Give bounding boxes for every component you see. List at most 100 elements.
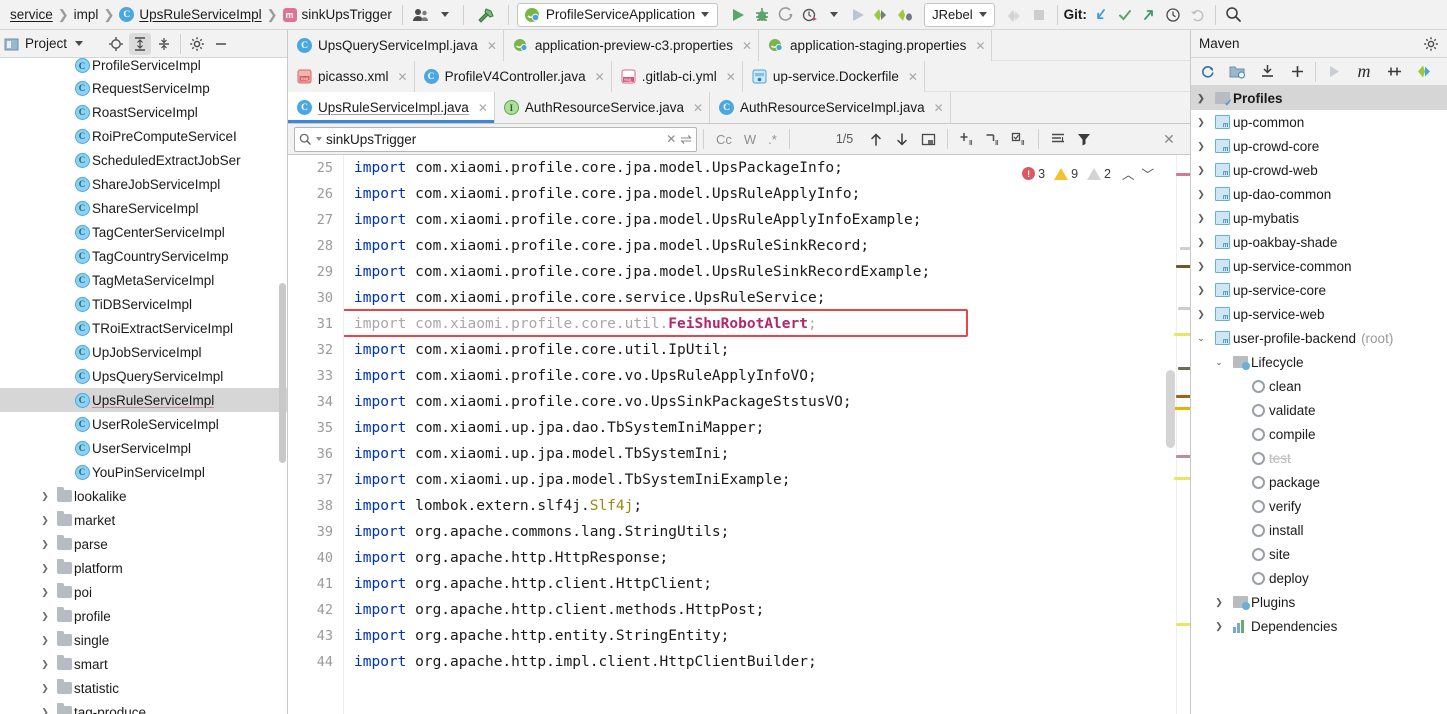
execute-run-icon[interactable] [1320,60,1348,84]
chevron-right-icon[interactable]: ❯ [1191,309,1211,320]
stop-square-icon[interactable] [1027,3,1051,27]
error-stripe-mark[interactable] [1176,265,1190,268]
run-configuration-selector[interactable]: ProfileServiceApplication [516,2,719,27]
breadcrumb-item-service[interactable]: service [6,3,57,27]
editor-tab[interactable]: C AuthResourceServiceImpl.java ✕ [710,92,951,123]
chevron-right-icon[interactable]: ❯ [36,515,54,526]
code-line[interactable]: import com.xiaomi.profile.core.jpa.model… [354,259,1190,285]
regex-toggle[interactable]: .* [762,127,783,151]
run-coverage-icon[interactable] [774,3,798,27]
code-line[interactable]: import com.xiaomi.profile.core.jpa.model… [354,181,1190,207]
project-tree-folder[interactable]: ❯ parse [0,532,287,556]
arrow-down-icon[interactable] [889,127,915,151]
add-plus-icon[interactable] [1283,60,1311,84]
chevron-right-icon[interactable]: ❯ [1191,237,1211,248]
project-tree-scrollbar[interactable] [279,283,286,463]
chevron-down-icon[interactable]: ⌄ [1191,333,1211,344]
close-tab-icon[interactable]: ✕ [934,101,944,115]
chevron-right-icon[interactable]: ❯ [1191,189,1211,200]
maven-tree-item[interactable]: site [1191,542,1447,566]
code-line[interactable]: import org.apache.http.entity.StringEnti… [354,623,1190,649]
close-tab-icon[interactable]: ✕ [595,70,605,84]
chevron-right-icon[interactable]: ❯ [36,707,54,714]
arrow-up-icon[interactable] [863,127,889,151]
error-stripe-mark[interactable] [1180,247,1190,250]
project-tree-class[interactable]: C YouPinServiceImpl [0,460,287,484]
maven-tree-item[interactable]: ❯ up-service-core [1191,278,1447,302]
code-line[interactable]: import org.apache.http.client.HttpClient… [354,571,1190,597]
editor-tab[interactable]: YML .gitlab-ci.yml ✕ [611,61,743,92]
error-stripe-mark[interactable] [1176,395,1190,398]
project-tree-class[interactable]: C TagMetaServiceImpl [0,268,287,292]
chevron-down-icon[interactable]: ⌄ [1209,357,1229,368]
refresh-sync-icon[interactable] [1193,60,1221,84]
rerun-play-icon[interactable] [846,3,870,27]
project-tree-class[interactable]: C TagCenterServiceImpl [0,220,287,244]
user-avatar-icon[interactable] [409,3,433,27]
search-field-wrapper[interactable]: ✕ ⇌ [294,126,697,152]
project-tree-class[interactable]: C ScheduledExtractJobSer [0,148,287,172]
chevron-down-icon[interactable] [978,12,987,17]
clear-x-icon[interactable]: ✕ [666,132,676,146]
chevron-right-icon[interactable]: ❯ [36,635,54,646]
chevron-down-icon[interactable] [822,3,846,27]
maven-tree-item[interactable]: clean [1191,374,1447,398]
jrebel-maven-icon[interactable] [1410,60,1438,84]
chevron-right-icon[interactable]: ❯ [36,491,54,502]
project-tree-class[interactable]: C UserRoleServiceImpl [0,412,287,436]
chevron-up-icon[interactable]: ︿ [1122,164,1135,183]
code-line[interactable]: import com.xiaomi.profile.core.util.IpUt… [354,337,1190,363]
editor-tab[interactable]: application-staging.properties ✕ [759,30,993,61]
chevron-right-icon[interactable]: ❯ [36,539,54,550]
project-tree-folder[interactable]: ❯ statistic [0,676,287,700]
hammer-build-icon[interactable] [474,3,498,27]
chevron-right-icon[interactable]: ❯ [1209,621,1229,632]
project-tree-class[interactable]: C TagCountryServiceImp [0,244,287,268]
editor-tab[interactable]: up-service.Dockerfile ✕ [742,61,925,92]
maven-tree[interactable]: ❯ Profiles ❯ up-common ❯ up-crowd-core ❯ up-cro… [1191,86,1447,714]
code-editor[interactable]: 25 26 27 28 29 30 31 32 33 34 35 36 37 38 39 40 41 42 43 44… [288,155,1190,714]
maven-tree-item[interactable]: ❯ up-crowd-web [1191,158,1447,182]
close-tab-icon[interactable]: ✕ [975,39,985,53]
close-tab-icon[interactable]: ✕ [908,70,918,84]
error-stripe-mark[interactable] [1176,623,1190,626]
breadcrumb-item-impl[interactable]: impl [70,3,103,27]
multiline-search-icon[interactable]: ⇌ [680,131,692,148]
breadcrumb-item-sinkupstrigger[interactable]: m sinkUpsTrigger [279,3,396,27]
settings-gear-icon[interactable] [186,33,208,55]
project-tree-class[interactable]: C UpJobServiceImpl [0,340,287,364]
project-tree-class[interactable]: C UpsRuleServiceImpl [0,388,287,412]
code-line[interactable]: import com.xiaomi.profile.core.util.FeiS… [354,311,1190,337]
maven-tree-item[interactable]: ❯ up-common [1191,110,1447,134]
chevron-down-icon[interactable] [433,3,457,27]
editor-tab[interactable]: I AuthResourceService.java ✕ [494,92,711,123]
hide-panel-icon[interactable] [210,33,232,55]
close-tab-icon[interactable]: ✕ [693,101,703,115]
code-line[interactable]: import com.xiaomi.up.jpa.model.TbSystemI… [354,467,1190,493]
project-tree-folder[interactable]: ❯ platform [0,556,287,580]
error-stripe-mark[interactable] [1178,307,1190,310]
chevron-right-icon[interactable]: ❯ [1191,117,1211,128]
chevron-right-icon[interactable]: ❯ [1191,285,1211,296]
jrebel-selector[interactable]: JRebel [924,2,995,27]
maven-goal-icon[interactable]: m [1350,60,1378,84]
chevron-down-icon[interactable] [701,12,710,17]
expand-all-icon[interactable] [129,32,152,55]
select-lines-icon[interactable] [1006,127,1032,151]
maven-tree-item[interactable]: ❯ up-service-web [1191,302,1447,326]
project-tree-folder[interactable]: ❯ poi [0,580,287,604]
code-line[interactable]: import org.apache.http.client.methods.Ht… [354,597,1190,623]
maven-tree-item[interactable]: validate [1191,398,1447,422]
project-tree-class[interactable]: C RoastServiceImpl [0,100,287,124]
error-stripe-markers[interactable] [1172,155,1190,714]
close-tab-icon[interactable]: ✕ [726,70,736,84]
toggle-skip-tests-icon[interactable] [1380,60,1408,84]
profiler-icon[interactable] [798,3,822,27]
project-tree-folder[interactable]: ❯ market [0,508,287,532]
maven-tree-item[interactable]: ❯ Plugins [1191,590,1447,614]
project-tree-class[interactable]: C ShareServiceImpl [0,196,287,220]
chevron-right-icon[interactable]: ❯ [1191,213,1211,224]
chevron-right-icon[interactable]: ❯ [36,611,54,622]
project-tree-class[interactable]: C RoiPreComputeServiceI [0,124,287,148]
inspection-summary-widget[interactable]: ! 3 9 2 ︿ ﹀ [1020,163,1156,184]
